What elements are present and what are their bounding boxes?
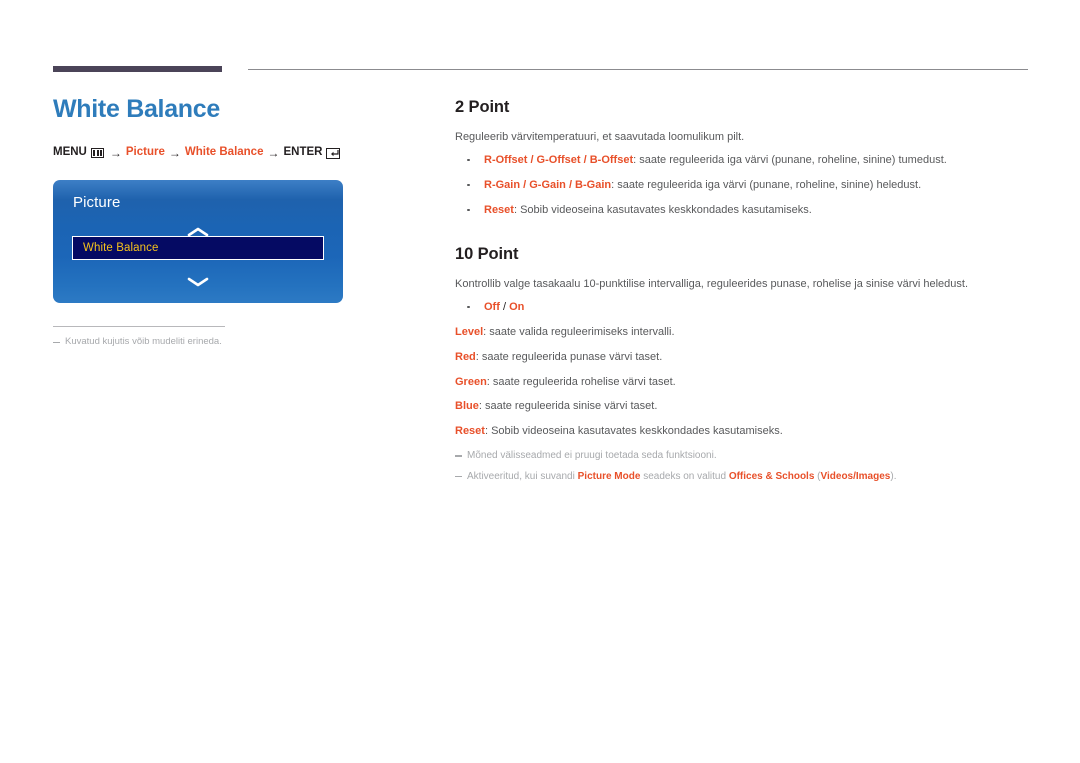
definition-desc: : saate reguleerida punase värvi taset. bbox=[475, 350, 663, 363]
footnote-2-part-c: seadeks on valitud bbox=[640, 470, 729, 482]
breadcrumb-arrow-3: → bbox=[267, 146, 280, 160]
osd-selected-item-label: White Balance bbox=[83, 242, 159, 254]
definition-term: Green bbox=[455, 375, 487, 388]
footnote-2-picture-mode: Picture Mode bbox=[577, 470, 641, 482]
footnote-1: Mõned välisseadmed ei pruugi toetada sed… bbox=[455, 449, 1035, 464]
breadcrumb-menu-label: MENU bbox=[53, 146, 87, 159]
definition-line: Blue: saate reguleerida sinise värvi tas… bbox=[455, 399, 1035, 415]
bullet-desc: : saate reguleerida iga värvi (punane, r… bbox=[611, 178, 922, 191]
list-item: Off / On bbox=[455, 300, 1035, 316]
left-note: Kuvatud kujutis võib mudeliti erineda. bbox=[53, 336, 383, 349]
list-item: Reset: Sobib videoseina kasutavates kesk… bbox=[455, 203, 1035, 219]
page-title: White Balance bbox=[53, 95, 220, 123]
header-accent-rule bbox=[53, 66, 222, 72]
osd-preview-panel: Picture White Balance bbox=[53, 180, 343, 303]
bullet-desc: : Sobib videoseina kasutavates keskkonda… bbox=[513, 203, 812, 216]
footnote-2: Aktiveeritud, kui suvandi Picture Mode s… bbox=[455, 470, 1035, 485]
menu-grid-icon bbox=[90, 148, 104, 158]
section-10-point-definitions: Level: saate valida reguleerimiseks inte… bbox=[455, 325, 1035, 441]
bullet-option-on: On bbox=[509, 300, 525, 313]
definition-desc: : saate reguleerida rohelise värvi taset… bbox=[486, 375, 676, 388]
breadcrumb-enter-label: ENTER bbox=[283, 146, 323, 159]
osd-selected-item[interactable]: White Balance bbox=[72, 236, 324, 260]
note-dash-icon bbox=[53, 342, 60, 344]
definition-line: Level: saate valida reguleerimiseks inte… bbox=[455, 325, 1035, 341]
note-dash-icon bbox=[455, 455, 462, 457]
left-note-rule bbox=[53, 326, 225, 327]
section-title-2-point: 2 Point bbox=[455, 98, 510, 116]
definition-line: Red: saate reguleerida punase värvi tase… bbox=[455, 350, 1035, 366]
definition-line: Reset: Sobib videoseina kasutavates kesk… bbox=[455, 424, 1035, 440]
definition-term: Red bbox=[455, 350, 476, 363]
section-2-point-intro: Reguleerib värvitemperatuuri, et saavuta… bbox=[455, 131, 745, 143]
definition-desc: : Sobib videoseina kasutavates keskkonda… bbox=[484, 425, 783, 438]
definition-term: Reset bbox=[455, 425, 485, 438]
definition-desc: : saate reguleerida sinise värvi taset. bbox=[478, 400, 658, 413]
bullet-option-off: Off bbox=[484, 300, 500, 313]
header-rules bbox=[0, 0, 1080, 80]
bullet-term: R-Gain / G-Gain / B-Gain bbox=[484, 178, 612, 191]
breadcrumb: MENU → Picture → White Balance → ENTER bbox=[53, 147, 413, 159]
bullet-term: R-Offset / G-Offset / B-Offset bbox=[484, 153, 634, 166]
footnote-2-offices-schools: Offices & Schools bbox=[728, 470, 815, 482]
footnote-2-text: Aktiveeritud, kui suvandi Picture Mode s… bbox=[467, 470, 896, 485]
definition-desc: : saate valida reguleerimiseks intervall… bbox=[483, 325, 675, 338]
breadcrumb-item-white-balance: White Balance bbox=[184, 146, 264, 159]
footnote-2-part-a: Aktiveeritud, kui suvandi bbox=[467, 470, 578, 482]
breadcrumb-arrow-1: → bbox=[109, 146, 122, 160]
section-10-point-intro: Kontrollib valge tasakaalu 10-punktilise… bbox=[455, 277, 969, 290]
list-item: R-Offset / G-Offset / B-Offset: saate re… bbox=[455, 153, 1035, 169]
chevron-down-icon[interactable] bbox=[53, 276, 343, 288]
section-10-point-bullets: Off / On bbox=[455, 300, 1035, 316]
right-column: 2 Point Reguleerib värvitemperatuuri, et… bbox=[455, 98, 1035, 490]
definition-term: Blue bbox=[455, 400, 479, 413]
list-item: R-Gain / G-Gain / B-Gain: saate reguleer… bbox=[455, 178, 1035, 194]
footnote-2-videos-images: Videos/Images bbox=[820, 470, 891, 482]
left-column: White Balance MENU → Picture → White Bal… bbox=[53, 94, 413, 159]
section-2-point-bullets: R-Offset / G-Offset / B-Offset: saate re… bbox=[455, 153, 1035, 219]
footnote-2-part-g: ). bbox=[890, 470, 897, 482]
section-title-10-point: 10 Point bbox=[455, 244, 519, 263]
left-note-text: Kuvatud kujutis võib mudeliti erineda. bbox=[65, 336, 222, 347]
header-thin-rule bbox=[248, 69, 1028, 70]
osd-panel-title: Picture bbox=[73, 194, 121, 211]
breadcrumb-item-picture: Picture bbox=[125, 146, 165, 159]
footnote-1-text: Mõned välisseadmed ei pruugi toetada sed… bbox=[467, 450, 717, 462]
breadcrumb-arrow-2: → bbox=[168, 146, 181, 160]
definition-term: Level bbox=[455, 325, 484, 338]
definition-line: Green: saate reguleerida rohelise värvi … bbox=[455, 375, 1035, 391]
note-dash-icon bbox=[455, 475, 462, 478]
bullet-option-separator: / bbox=[499, 300, 510, 313]
enter-return-icon bbox=[326, 147, 341, 159]
bullet-desc: : saate reguleerida iga värvi (punane, r… bbox=[633, 153, 947, 166]
bullet-term: Reset bbox=[484, 203, 514, 216]
